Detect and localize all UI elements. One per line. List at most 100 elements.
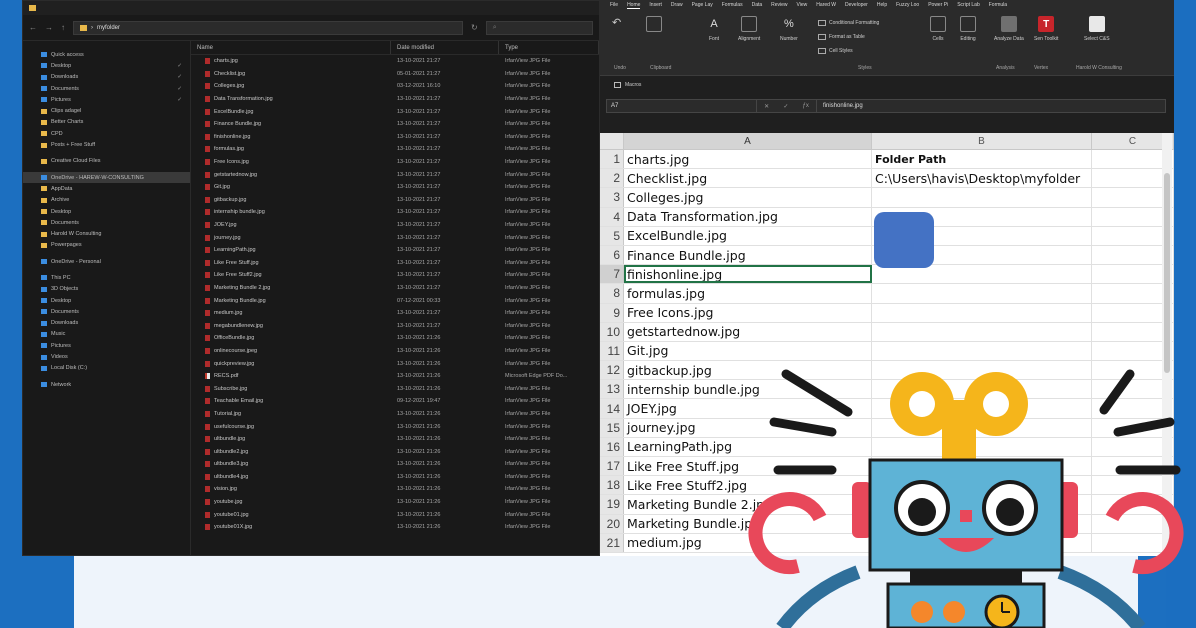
macro-shape-button[interactable] [874,212,934,268]
column-header-name[interactable]: Name [191,41,391,54]
file-row[interactable]: Checklist.jpg 05-01-2021 21:27 IrfanView J… [191,68,599,81]
file-row[interactable]: Colleges.jpg 03-12-2021 16:10 IrfanView JP… [191,80,599,93]
row-header[interactable]: 11 [600,341,624,361]
file-row[interactable]: getstartednow.jpg 13-10-2021 21:27 IrfanVi… [191,168,599,181]
back-arrow-icon[interactable]: ← [29,23,37,32]
nav-item[interactable]: Powerpages [23,240,190,251]
file-row[interactable]: Git.jpg 13-10-2021 21:27 IrfanView JPG Fil… [191,181,599,194]
row-header[interactable]: 7 [600,265,624,284]
file-row[interactable]: finishonline.jpg 13-10-2021 21:27 IrfanVie… [191,131,599,144]
cell-b[interactable] [872,284,1092,303]
sen-toolkit-button[interactable]: T Sen Toolkit [1034,16,1058,42]
cell-a[interactable]: Free Icons.jpg [624,303,872,322]
file-row[interactable]: charts.jpg 13-10-2021 21:27 IrfanView JPG … [191,55,599,68]
refresh-icon[interactable]: ↻ [471,23,478,32]
analyze-data-button[interactable]: Analyze Data [994,16,1024,42]
file-row[interactable]: OfficeBundle.jpg 13-10-2021 21:26 IrfanVie… [191,332,599,345]
row-header[interactable]: 18 [600,476,624,495]
nav-item[interactable]: Pictures [23,340,190,351]
file-row[interactable]: Like Free Stuff.jpg 13-10-2021 21:27 Irfan… [191,257,599,270]
cell-a[interactable]: Colleges.jpg [624,188,872,207]
cell-a[interactable]: Data Transformation.jpg [624,207,872,226]
row-header[interactable]: 16 [600,437,624,456]
cell-a[interactable]: Git.jpg [624,341,872,361]
file-row[interactable]: ExcelBundle.jpg 13-10-2021 21:27 IrfanView… [191,105,599,118]
menu-tab[interactable]: Data [752,2,763,8]
column-header-b[interactable]: B [872,133,1092,149]
cells-button[interactable]: Cells [930,16,946,42]
row-header[interactable]: 1 [600,150,624,169]
file-row[interactable]: JOEY.jpg 13-10-2021 21:27 IrfanView JPG Fi… [191,219,599,232]
file-row[interactable]: Tutorial.jpg 13-10-2021 21:26 IrfanView JP… [191,408,599,421]
file-row[interactable]: LearningPath.jpg 13-10-2021 21:27 IrfanVie… [191,244,599,257]
file-row[interactable]: Free Icons.jpg 13-10-2021 21:27 IrfanView … [191,156,599,169]
row-header[interactable]: 21 [600,533,624,552]
file-row[interactable]: youtube.jpg 13-10-2021 21:26 IrfanView JPG… [191,496,599,509]
menu-tab[interactable]: Hared W [816,2,836,8]
nav-item[interactable]: Videos [23,351,190,362]
row-header[interactable]: 17 [600,457,624,476]
cell-a[interactable]: finishonline.jpg [624,265,872,284]
row-header[interactable]: 9 [600,303,624,322]
file-row[interactable]: quickpreview.jpg 13-10-2021 21:26 IrfanVie… [191,357,599,370]
file-row[interactable]: youtube01X.jpg 13-10-2021 21:26 IrfanView … [191,521,599,534]
nav-item[interactable]: Network [23,379,190,390]
menu-tab[interactable]: Developer [845,2,868,8]
column-header-type[interactable]: Type [499,41,599,54]
cell-a[interactable]: Checklist.jpg [624,169,872,188]
name-box[interactable]: A7 [607,100,757,112]
cell-b[interactable] [872,303,1092,322]
nav-item[interactable]: Better Charts [23,117,190,128]
menu-tab[interactable]: Page Lay [692,2,713,8]
menu-tab[interactable]: File [610,2,618,8]
nav-item[interactable]: Pictures ✓ [23,94,190,105]
nav-item[interactable]: CPD [23,128,190,139]
file-row[interactable]: ultbundle.jpg 13-10-2021 21:26 IrfanView J… [191,433,599,446]
nav-item[interactable]: Local Disk (C:) [23,363,190,374]
file-row[interactable]: onlinecourse.jpeg 13-10-2021 21:26 IrfanVi… [191,345,599,358]
file-row[interactable]: Marketing Bundle 2.jpg 13-10-2021 21:27 Ir… [191,282,599,295]
menu-tab[interactable]: Review [771,2,787,8]
number-button[interactable]: % Number [780,16,798,42]
file-row[interactable]: ultbundle2.jpg 13-10-2021 21:26 IrfanView … [191,445,599,458]
nav-item[interactable]: Desktop [23,206,190,217]
file-row[interactable]: usefulcourse.jpg 13-10-2021 21:26 IrfanVie… [191,420,599,433]
file-row[interactable]: Like Free Stuff2.jpg 13-10-2021 21:27 Irfa… [191,269,599,282]
file-row[interactable]: ultbundle3.jpg 13-10-2021 21:26 IrfanView … [191,458,599,471]
cell-a[interactable]: Finance Bundle.jpg [624,245,872,265]
nav-item[interactable]: Creative Cloud Files [23,156,190,167]
cell-styles-button[interactable]: Cell Styles [818,44,879,58]
up-arrow-icon[interactable]: ↑ [61,23,65,32]
menu-tab[interactable]: Formulas [722,2,743,8]
file-row[interactable]: Data Transformation.jpg 13-10-2021 21:27 I… [191,93,599,106]
cell-a[interactable]: charts.jpg [624,150,872,169]
row-header[interactable]: 3 [600,188,624,207]
row-header[interactable]: 13 [600,380,624,399]
nav-item[interactable]: Posts + Free Stuff [23,139,190,150]
file-row[interactable]: Subscribe.jpg 13-10-2021 21:26 IrfanView J… [191,382,599,395]
address-path-field[interactable]: › myfolder [73,20,463,35]
menu-tab[interactable]: Script Lab [957,2,980,8]
file-row[interactable]: ultbundle4.jpg 13-10-2021 21:26 IrfanView … [191,471,599,484]
row-header[interactable]: 19 [600,495,624,514]
nav-item[interactable]: Music [23,329,190,340]
cancel-icon[interactable]: ✕ [764,103,769,110]
menu-tab[interactable]: View [797,2,808,8]
file-row[interactable]: internship bundle.jpg 13-10-2021 21:27 Irf… [191,206,599,219]
menu-tab[interactable]: Fuzzy Loo [896,2,919,8]
column-header-a[interactable]: A [624,133,872,149]
nav-item[interactable]: Documents [23,306,190,317]
file-row[interactable]: medium.jpg 13-10-2021 21:27 IrfanView JPG … [191,307,599,320]
nav-item[interactable]: Archive [23,195,190,206]
format-as-table-button[interactable]: Format as Table [818,30,879,44]
formula-input[interactable]: finishonline.jpg [817,103,863,109]
nav-item[interactable]: Documents [23,217,190,228]
nav-item[interactable]: Downloads [23,318,190,329]
cell-b[interactable] [872,188,1092,207]
nav-item[interactable]: 3D Objects [23,284,190,295]
cell-b[interactable] [872,341,1092,361]
nav-item[interactable]: Downloads ✓ [23,72,190,83]
file-row[interactable]: Finance Bundle.jpg 13-10-2021 21:27 IrfanV… [191,118,599,131]
row-header[interactable]: 8 [600,284,624,303]
scrollbar-thumb[interactable] [1164,173,1170,373]
